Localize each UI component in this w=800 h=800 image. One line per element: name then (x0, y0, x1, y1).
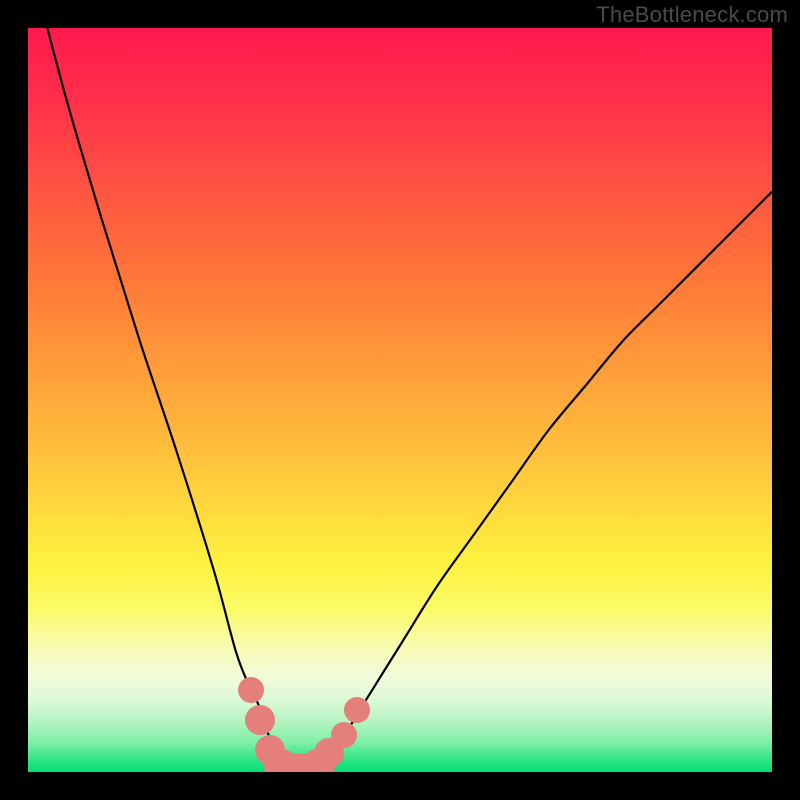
plot-area (28, 28, 772, 772)
gradient-background (28, 28, 772, 772)
watermark-text: TheBottleneck.com (596, 2, 788, 28)
chart-frame: TheBottleneck.com (0, 0, 800, 800)
